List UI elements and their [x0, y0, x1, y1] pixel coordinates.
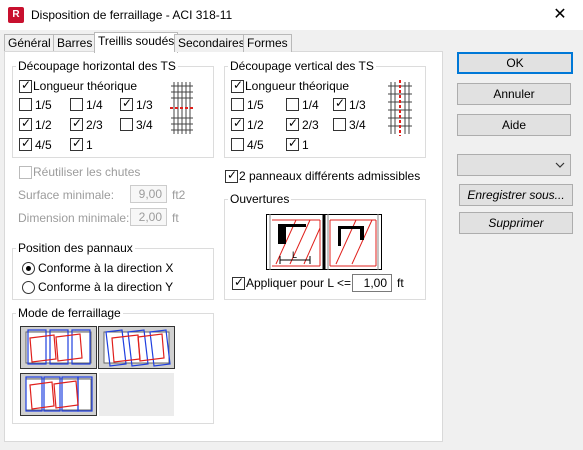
position-title: Position des pannaux: [16, 241, 135, 255]
v-checkbox-3-4[interactable]: [333, 118, 346, 131]
surface-min-input[interactable]: 9,00: [130, 185, 167, 203]
v-label-1-3: 1/3: [349, 98, 366, 112]
app-icon: R: [8, 7, 24, 23]
h-checkbox-4-5[interactable]: ✓: [19, 136, 32, 151]
h-label-1-2: 1/2: [35, 118, 52, 132]
dimension-min-input[interactable]: 2,00: [130, 208, 167, 226]
openings-diagram: L: [266, 214, 382, 270]
two-panels-label: 2 panneaux différents admissibles: [239, 169, 421, 183]
h-checkbox-1-4[interactable]: [70, 98, 83, 111]
check-icon: ✓: [227, 168, 238, 182]
h-label-1: 1: [86, 138, 93, 152]
check-icon: ✓: [233, 116, 244, 130]
h-checkbox-3-4[interactable]: [120, 118, 133, 131]
vertical-cut-title: Découpage vertical des TS: [228, 59, 376, 73]
mode-option-3[interactable]: [20, 373, 97, 416]
v-label-1-5: 1/5: [247, 98, 264, 112]
horizontal-theoretical-checkbox[interactable]: ✓: [19, 78, 32, 93]
h-checkbox-1[interactable]: ✓: [70, 136, 83, 151]
openings-title: Ouvertures: [228, 192, 292, 206]
horizontal-theoretical-label: Longueur théorique: [33, 79, 138, 93]
position-x-label: Conforme à la direction X: [38, 261, 174, 275]
radio-dot: [26, 266, 31, 271]
close-icon[interactable]: ✕: [548, 5, 572, 25]
check-icon: ✓: [21, 136, 32, 150]
mode-option-2[interactable]: [98, 326, 175, 369]
v-checkbox-1-4[interactable]: [286, 98, 299, 111]
v-label-2-3: 2/3: [302, 118, 319, 132]
check-icon: ✓: [21, 78, 32, 92]
v-checkbox-4-5[interactable]: [231, 138, 244, 151]
tab-barres[interactable]: Barres: [53, 34, 97, 52]
apply-openings-checkbox[interactable]: ✓: [232, 275, 245, 290]
v-checkbox-1-2[interactable]: ✓: [231, 116, 244, 131]
v-label-1: 1: [302, 138, 309, 152]
tab-secondaires[interactable]: Secondaires: [174, 34, 249, 52]
reuse-offcuts-label: Réutiliser les chutes: [33, 165, 141, 179]
vertical-cut-icon: [388, 80, 412, 136]
h-label-4-5: 4/5: [35, 138, 52, 152]
mode-option-empty: [99, 373, 174, 416]
surface-min-label: Surface minimale:: [18, 188, 115, 202]
delete-button[interactable]: Supprimer: [459, 212, 573, 234]
cancel-button[interactable]: Annuler: [457, 83, 571, 105]
v-label-1-4: 1/4: [302, 98, 319, 112]
h-checkbox-1-3[interactable]: ✓: [120, 96, 133, 111]
check-icon: ✓: [21, 116, 32, 130]
window-title: Disposition de ferraillage - ACI 318-11: [31, 8, 233, 22]
check-icon: ✓: [288, 136, 299, 150]
dimension-min-unit: ft: [172, 211, 179, 225]
h-label-1-4: 1/4: [86, 98, 103, 112]
apply-openings-label: Appliquer pour L <=: [246, 276, 351, 290]
openings-unit: ft: [397, 276, 404, 290]
mode-title: Mode de ferraillage: [16, 306, 123, 320]
v-label-3-4: 3/4: [349, 118, 366, 132]
position-x-radio[interactable]: [22, 262, 35, 275]
check-icon: ✓: [72, 136, 83, 150]
v-label-1-2: 1/2: [247, 118, 264, 132]
dimension-min-label: Dimension minimale:: [18, 211, 130, 225]
horizontal-cut-icon: [170, 82, 194, 134]
vertical-theoretical-label: Longueur théorique: [245, 79, 350, 93]
check-icon: ✓: [288, 116, 299, 130]
check-icon: ✓: [122, 96, 133, 110]
h-label-1-5: 1/5: [35, 98, 52, 112]
v-checkbox-1-5[interactable]: [231, 98, 244, 111]
check-icon: ✓: [335, 96, 346, 110]
h-label-3-4: 3/4: [136, 118, 153, 132]
h-label-2-3: 2/3: [86, 118, 103, 132]
horizontal-cut-title: Découpage horizontal des TS: [16, 59, 178, 73]
h-checkbox-1-5[interactable]: [19, 98, 32, 111]
diagram-L-label: L: [292, 250, 297, 260]
surface-min-unit: ft2: [172, 188, 186, 202]
openings-length-input[interactable]: 1,00: [352, 274, 392, 292]
tab-formes[interactable]: Formes: [243, 34, 292, 52]
save-as-button[interactable]: Enregistrer sous...: [459, 184, 573, 206]
title-bar: R Disposition de ferraillage - ACI 318-1…: [0, 0, 583, 30]
tab-general[interactable]: Général: [4, 34, 55, 52]
v-checkbox-1-3[interactable]: ✓: [333, 96, 346, 111]
reuse-offcuts-checkbox[interactable]: [19, 166, 32, 179]
mode-option-1[interactable]: [20, 326, 97, 369]
h-checkbox-1-2[interactable]: ✓: [19, 116, 32, 131]
check-icon: ✓: [233, 78, 244, 92]
check-icon: ✓: [72, 116, 83, 130]
v-checkbox-1[interactable]: ✓: [286, 136, 299, 151]
vertical-theoretical-checkbox[interactable]: ✓: [231, 78, 244, 93]
check-icon: ✓: [234, 275, 245, 289]
chevron-down-icon: [555, 162, 565, 168]
ok-button[interactable]: OK: [457, 52, 573, 74]
position-y-radio[interactable]: [22, 281, 35, 294]
preset-select[interactable]: [457, 154, 571, 176]
two-panels-checkbox[interactable]: ✓: [225, 168, 238, 183]
position-y-label: Conforme à la direction Y: [38, 280, 174, 294]
v-label-4-5: 4/5: [247, 138, 264, 152]
tab-treillis-soudes[interactable]: Treillis soudés: [94, 32, 179, 53]
h-label-1-3: 1/3: [136, 98, 153, 112]
help-button[interactable]: Aide: [457, 114, 571, 136]
v-checkbox-2-3[interactable]: ✓: [286, 116, 299, 131]
h-checkbox-2-3[interactable]: ✓: [70, 116, 83, 131]
